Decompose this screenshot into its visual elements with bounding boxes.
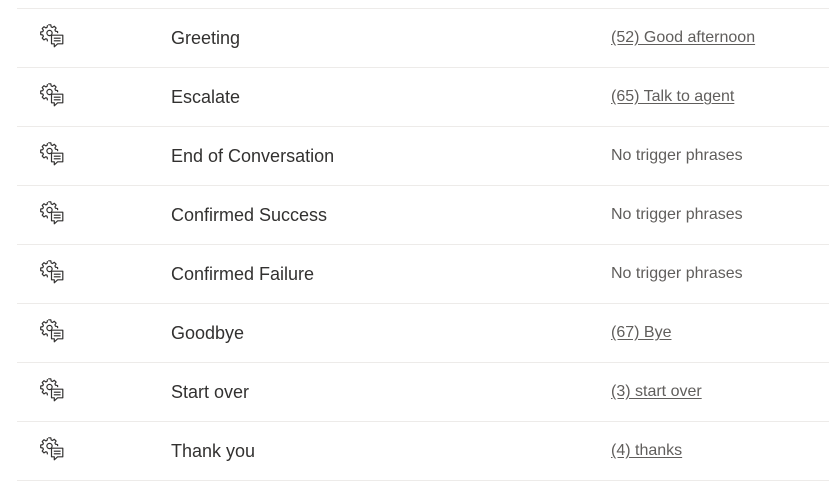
- trigger-phrases-link[interactable]: (65) Talk to agent: [611, 68, 734, 126]
- topic-row[interactable]: Start over (3) start over: [17, 363, 829, 422]
- gear-chat-icon: [39, 259, 65, 285]
- trigger-phrases-link[interactable]: (3) start over: [611, 363, 702, 421]
- topic-row[interactable]: End of Conversation No trigger phrases: [17, 127, 829, 186]
- gear-chat-icon: [39, 436, 65, 462]
- topic-row[interactable]: Thank you (4) thanks: [17, 422, 829, 481]
- topic-name[interactable]: Escalate: [171, 68, 240, 126]
- gear-chat-icon: [39, 82, 65, 108]
- gear-chat-icon: [39, 23, 65, 49]
- topic-name[interactable]: Confirmed Success: [171, 186, 327, 244]
- topic-row[interactable]: Escalate (65) Talk to agent: [17, 68, 829, 127]
- topic-row[interactable]: Greeting (52) Good afternoon: [17, 9, 829, 68]
- trigger-phrases-empty: No trigger phrases: [611, 265, 743, 282]
- topics-list: Greeting (52) Good afternoon Escalate (6…: [17, 8, 829, 481]
- trigger-phrases-empty: No trigger phrases: [611, 147, 743, 164]
- topic-row[interactable]: Confirmed Failure No trigger phrases: [17, 245, 829, 304]
- trigger-phrases-link[interactable]: (67) Bye: [611, 304, 671, 362]
- topic-row[interactable]: Goodbye (67) Bye: [17, 304, 829, 363]
- gear-chat-icon: [39, 141, 65, 167]
- gear-chat-icon: [39, 200, 65, 226]
- topic-name[interactable]: Confirmed Failure: [171, 245, 314, 303]
- topic-row[interactable]: Confirmed Success No trigger phrases: [17, 186, 829, 245]
- gear-chat-icon: [39, 377, 65, 403]
- trigger-phrases-link[interactable]: (4) thanks: [611, 422, 682, 480]
- topic-name[interactable]: Greeting: [171, 9, 240, 67]
- trigger-phrases-link[interactable]: (52) Good afternoon: [611, 9, 755, 67]
- topic-name[interactable]: End of Conversation: [171, 127, 334, 185]
- topic-name[interactable]: Thank you: [171, 422, 255, 480]
- topic-name[interactable]: Goodbye: [171, 304, 244, 362]
- trigger-phrases-empty: No trigger phrases: [611, 206, 743, 223]
- topic-name[interactable]: Start over: [171, 363, 249, 421]
- gear-chat-icon: [39, 318, 65, 344]
